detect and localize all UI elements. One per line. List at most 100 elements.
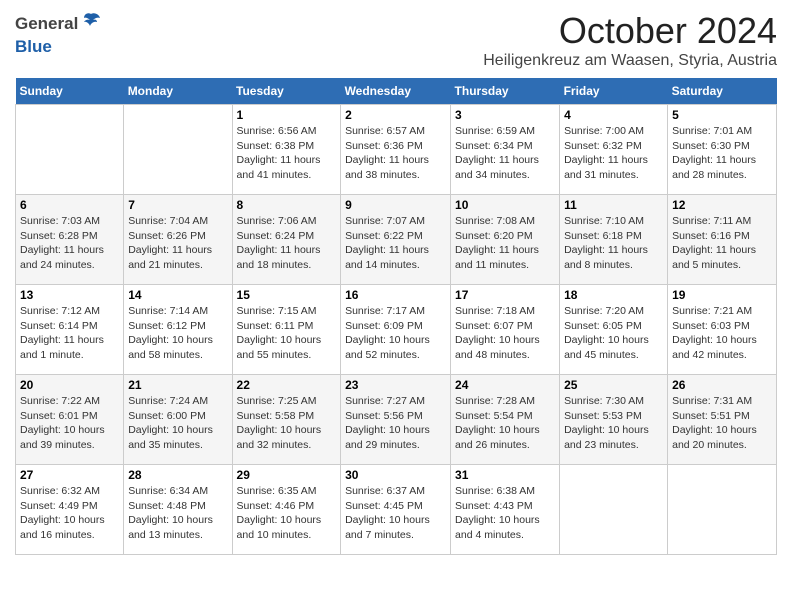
day-number: 28 <box>128 468 227 482</box>
day-number: 24 <box>455 378 555 392</box>
calendar-cell: 23 Sunrise: 7:27 AM Sunset: 5:56 PM Dayli… <box>341 375 451 465</box>
calendar-cell: 6 Sunrise: 7:03 AM Sunset: 6:28 PM Daylig… <box>16 195 124 285</box>
calendar-cell: 11Sunrise: 7:10 AM Sunset: 6:18 PM Dayli… <box>560 195 668 285</box>
day-info: Sunrise: 7:27 AM Sunset: 5:56 PM Dayligh… <box>345 394 446 453</box>
weekday-header-tuesday: Tuesday <box>232 78 341 105</box>
day-number: 1 <box>237 108 337 122</box>
day-number: 30 <box>345 468 446 482</box>
calendar-week-5: 27 Sunrise: 6:32 AM Sunset: 4:49 PM Dayli… <box>16 465 777 555</box>
day-info: Sunrise: 7:31 AM Sunset: 5:51 PM Dayligh… <box>672 394 772 453</box>
day-number: 20 <box>20 378 119 392</box>
day-number: 16 <box>345 288 446 302</box>
day-number: 22 <box>237 378 337 392</box>
calendar-cell: 8Sunrise: 7:06 AM Sunset: 6:24 PM Daylig… <box>232 195 341 285</box>
calendar-cell: 2Sunrise: 6:57 AM Sunset: 6:36 PM Daylig… <box>341 105 451 195</box>
day-number: 27 <box>20 468 119 482</box>
day-number: 19 <box>672 288 772 302</box>
calendar-cell: 15 Sunrise: 7:15 AM Sunset: 6:11 PM Dayli… <box>232 285 341 375</box>
calendar-cell: 16 Sunrise: 7:17 AM Sunset: 6:09 PM Dayli… <box>341 285 451 375</box>
calendar-cell <box>668 465 777 555</box>
calendar-week-2: 6 Sunrise: 7:03 AM Sunset: 6:28 PM Daylig… <box>16 195 777 285</box>
weekday-header-thursday: Thursday <box>451 78 560 105</box>
day-info: Sunrise: 7:30 AM Sunset: 5:53 PM Dayligh… <box>564 394 663 453</box>
calendar-cell: 17 Sunrise: 7:18 AM Sunset: 6:07 PM Dayli… <box>451 285 560 375</box>
day-number: 13 <box>20 288 119 302</box>
day-info: Sunrise: 7:04 AM Sunset: 6:26 PM Dayligh… <box>128 214 227 273</box>
title-area: October 2024 Heiligenkreuz am Waasen, St… <box>483 10 777 70</box>
day-info: Sunrise: 7:08 AM Sunset: 6:20 PM Dayligh… <box>455 214 555 273</box>
calendar-cell: 12Sunrise: 7:11 AM Sunset: 6:16 PM Dayli… <box>668 195 777 285</box>
calendar-body: 1 Sunrise: 6:56 AM Sunset: 6:38 PM Daylig… <box>16 105 777 555</box>
day-info: Sunrise: 6:37 AM Sunset: 4:45 PM Dayligh… <box>345 484 446 543</box>
day-number: 25 <box>564 378 663 392</box>
calendar-cell: 9 Sunrise: 7:07 AM Sunset: 6:22 PM Daylig… <box>341 195 451 285</box>
day-info: Sunrise: 7:21 AM Sunset: 6:03 PM Dayligh… <box>672 304 772 363</box>
calendar-cell: 1 Sunrise: 6:56 AM Sunset: 6:38 PM Daylig… <box>232 105 341 195</box>
day-info: Sunrise: 7:12 AM Sunset: 6:14 PM Dayligh… <box>20 304 119 363</box>
day-info: Sunrise: 6:32 AM Sunset: 4:49 PM Dayligh… <box>20 484 119 543</box>
calendar-cell: 24 Sunrise: 7:28 AM Sunset: 5:54 PM Dayli… <box>451 375 560 465</box>
calendar-cell: 14 Sunrise: 7:14 AM Sunset: 6:12 PM Dayli… <box>124 285 232 375</box>
day-number: 10 <box>455 198 555 212</box>
weekday-header-saturday: Saturday <box>668 78 777 105</box>
day-number: 14 <box>128 288 227 302</box>
day-info: Sunrise: 6:38 AM Sunset: 4:43 PM Dayligh… <box>455 484 555 543</box>
weekday-header-sunday: Sunday <box>16 78 124 105</box>
calendar-cell: 7Sunrise: 7:04 AM Sunset: 6:26 PM Daylig… <box>124 195 232 285</box>
calendar-cell <box>16 105 124 195</box>
calendar-cell: 29Sunrise: 6:35 AM Sunset: 4:46 PM Dayli… <box>232 465 341 555</box>
day-number: 26 <box>672 378 772 392</box>
day-number: 12 <box>672 198 772 212</box>
calendar-cell <box>124 105 232 195</box>
logo-bird-icon <box>80 10 102 37</box>
day-info: Sunrise: 7:06 AM Sunset: 6:24 PM Dayligh… <box>237 214 337 273</box>
day-number: 9 <box>345 198 446 212</box>
day-info: Sunrise: 7:14 AM Sunset: 6:12 PM Dayligh… <box>128 304 227 363</box>
calendar-cell: 31 Sunrise: 6:38 AM Sunset: 4:43 PM Dayli… <box>451 465 560 555</box>
calendar-cell: 22Sunrise: 7:25 AM Sunset: 5:58 PM Dayli… <box>232 375 341 465</box>
weekday-row: SundayMondayTuesdayWednesdayThursdayFrid… <box>16 78 777 105</box>
calendar-cell: 21 Sunrise: 7:24 AM Sunset: 6:00 PM Dayli… <box>124 375 232 465</box>
calendar-cell: 10 Sunrise: 7:08 AM Sunset: 6:20 PM Dayli… <box>451 195 560 285</box>
calendar-week-1: 1 Sunrise: 6:56 AM Sunset: 6:38 PM Daylig… <box>16 105 777 195</box>
day-number: 6 <box>20 198 119 212</box>
calendar-cell <box>560 465 668 555</box>
day-info: Sunrise: 7:28 AM Sunset: 5:54 PM Dayligh… <box>455 394 555 453</box>
day-info: Sunrise: 7:17 AM Sunset: 6:09 PM Dayligh… <box>345 304 446 363</box>
calendar-week-3: 13 Sunrise: 7:12 AM Sunset: 6:14 PM Dayli… <box>16 285 777 375</box>
day-number: 31 <box>455 468 555 482</box>
day-info: Sunrise: 7:03 AM Sunset: 6:28 PM Dayligh… <box>20 214 119 273</box>
day-info: Sunrise: 7:01 AM Sunset: 6:30 PM Dayligh… <box>672 124 772 183</box>
day-number: 3 <box>455 108 555 122</box>
calendar-cell: 26 Sunrise: 7:31 AM Sunset: 5:51 PM Dayli… <box>668 375 777 465</box>
day-number: 17 <box>455 288 555 302</box>
month-title: October 2024 <box>483 10 777 52</box>
day-number: 15 <box>237 288 337 302</box>
day-info: Sunrise: 7:07 AM Sunset: 6:22 PM Dayligh… <box>345 214 446 273</box>
day-number: 18 <box>564 288 663 302</box>
calendar-cell: 25 Sunrise: 7:30 AM Sunset: 5:53 PM Dayli… <box>560 375 668 465</box>
logo-general-text: General <box>15 14 78 34</box>
day-number: 23 <box>345 378 446 392</box>
calendar-cell: 30 Sunrise: 6:37 AM Sunset: 4:45 PM Dayli… <box>341 465 451 555</box>
logo-blue-text: Blue <box>15 37 52 57</box>
day-info: Sunrise: 7:15 AM Sunset: 6:11 PM Dayligh… <box>237 304 337 363</box>
calendar-cell: 19 Sunrise: 7:21 AM Sunset: 6:03 PM Dayli… <box>668 285 777 375</box>
day-number: 4 <box>564 108 663 122</box>
day-info: Sunrise: 7:24 AM Sunset: 6:00 PM Dayligh… <box>128 394 227 453</box>
day-info: Sunrise: 6:56 AM Sunset: 6:38 PM Dayligh… <box>237 124 337 183</box>
day-info: Sunrise: 7:10 AM Sunset: 6:18 PM Dayligh… <box>564 214 663 273</box>
day-info: Sunrise: 7:20 AM Sunset: 6:05 PM Dayligh… <box>564 304 663 363</box>
calendar-cell: 27 Sunrise: 6:32 AM Sunset: 4:49 PM Dayli… <box>16 465 124 555</box>
calendar-cell: 13 Sunrise: 7:12 AM Sunset: 6:14 PM Dayli… <box>16 285 124 375</box>
calendar-cell: 18 Sunrise: 7:20 AM Sunset: 6:05 PM Dayli… <box>560 285 668 375</box>
calendar-cell: 3Sunrise: 6:59 AM Sunset: 6:34 PM Daylig… <box>451 105 560 195</box>
day-number: 21 <box>128 378 227 392</box>
calendar-cell: 4Sunrise: 7:00 AM Sunset: 6:32 PM Daylig… <box>560 105 668 195</box>
calendar-cell: 28Sunrise: 6:34 AM Sunset: 4:48 PM Dayli… <box>124 465 232 555</box>
day-info: Sunrise: 6:35 AM Sunset: 4:46 PM Dayligh… <box>237 484 337 543</box>
day-info: Sunrise: 7:18 AM Sunset: 6:07 PM Dayligh… <box>455 304 555 363</box>
calendar-cell: 5Sunrise: 7:01 AM Sunset: 6:30 PM Daylig… <box>668 105 777 195</box>
calendar-table: SundayMondayTuesdayWednesdayThursdayFrid… <box>15 78 777 555</box>
header: General Blue October 2024 Heiligenkreuz … <box>15 10 777 70</box>
